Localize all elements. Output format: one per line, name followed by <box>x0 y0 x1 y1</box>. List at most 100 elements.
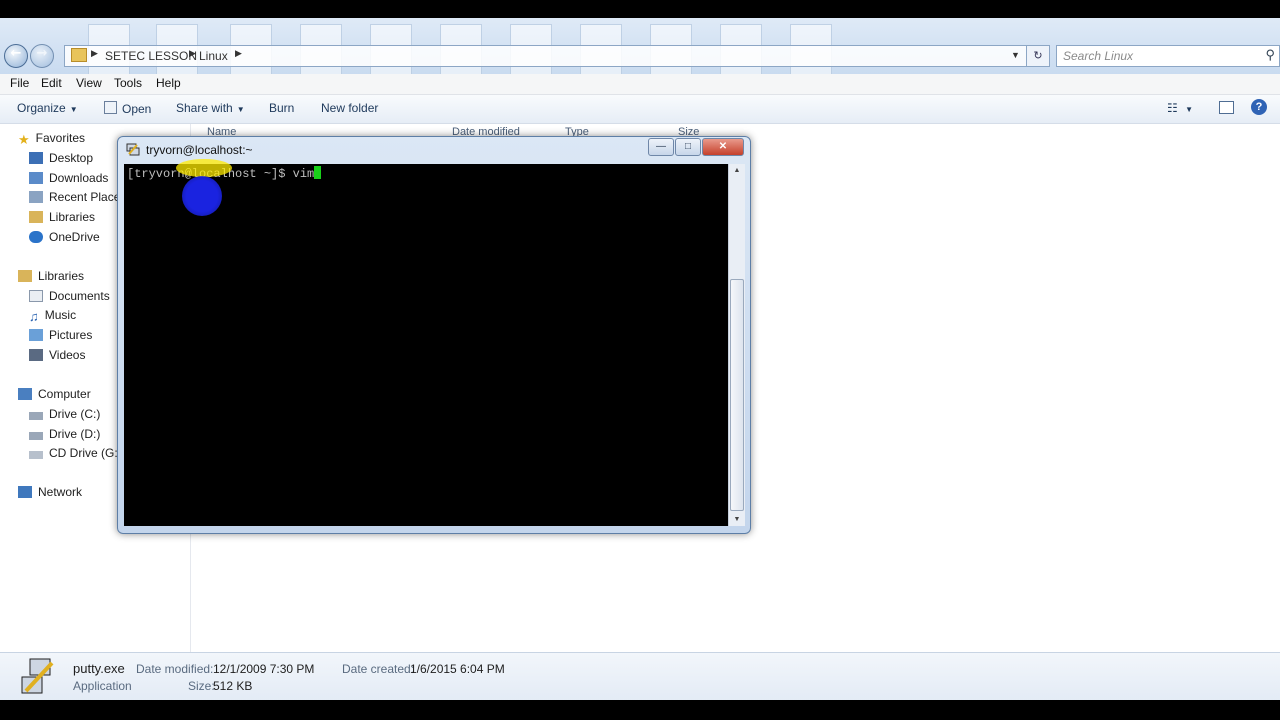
minimize-button[interactable]: — <box>648 138 674 156</box>
libraries-icon <box>29 211 43 223</box>
nav-recent-places[interactable]: Recent Places <box>29 190 126 208</box>
drive-icon <box>29 432 43 440</box>
forward-arrow-icon: → <box>36 46 48 61</box>
pictures-icon <box>29 329 43 341</box>
nav-favorites[interactable]: ★ Favorites <box>18 131 85 149</box>
nav-drive-d[interactable]: Drive (D:) <box>29 427 100 445</box>
menu-bar: File Edit View Tools Help <box>0 74 1280 95</box>
organize-button[interactable]: Organize ▼ <box>17 101 78 115</box>
command-toolbar: Organize ▼ Open Share with ▼ Burn New fold… <box>0 95 1280 124</box>
address-bar[interactable]: ▶ SETEC LESSON ▶ Linux ▶ ▼ <box>64 45 1028 67</box>
nav-cd-drive-g[interactable]: CD Drive (G:) <box>29 446 122 464</box>
terminal-area[interactable]: [tryvorn@localhost ~]$ vim <box>124 164 728 526</box>
nav-network[interactable]: Network <box>18 485 82 503</box>
breadcrumb-chevron-icon: ▶ <box>91 48 98 58</box>
nav-drive-c[interactable]: Drive (C:) <box>29 407 100 425</box>
view-options-icon[interactable]: ☷ ▼ <box>1167 101 1193 115</box>
cursor-highlight-ring <box>176 159 232 177</box>
nav-label: Network <box>38 485 83 499</box>
menu-file[interactable]: File <box>10 76 29 90</box>
file-type: Application <box>73 679 132 693</box>
scrollbar-thumb[interactable] <box>730 279 744 511</box>
terminal-scrollbar[interactable]: ▲ ▼ <box>728 164 745 526</box>
network-icon <box>18 486 32 498</box>
search-input[interactable]: Search Linux ⚲ <box>1056 45 1280 67</box>
menu-tools[interactable]: Tools <box>114 76 142 90</box>
organize-label: Organize <box>17 101 66 115</box>
search-icon: ⚲ <box>1265 47 1275 62</box>
nav-label: Libraries <box>38 269 85 283</box>
help-icon[interactable]: ? <box>1251 99 1267 115</box>
documents-icon <box>29 290 43 302</box>
nav-label: Desktop <box>49 151 94 165</box>
burn-button[interactable]: Burn <box>269 101 294 115</box>
nav-label: Music <box>44 308 77 322</box>
putty-icon <box>126 143 140 156</box>
explorer-window: ← → ▶ SETEC LESSON ▶ Linux ▶ ▼ ↻ Search … <box>0 18 1280 700</box>
libraries-icon <box>18 270 32 282</box>
onedrive-icon <box>29 231 43 243</box>
menu-edit[interactable]: Edit <box>41 76 62 90</box>
date-created-value: 1/6/2015 6:04 PM <box>410 662 505 676</box>
putty-file-icon <box>18 657 58 697</box>
close-button[interactable]: ✕ <box>702 138 744 156</box>
nav-videos[interactable]: Videos <box>29 348 85 366</box>
size-label: Size: <box>188 679 215 693</box>
preview-pane-icon[interactable] <box>1219 101 1234 117</box>
date-modified-value: 12/1/2009 7:30 PM <box>213 662 315 676</box>
nav-computer[interactable]: Computer <box>18 387 91 405</box>
new-folder-button[interactable]: New folder <box>321 101 378 115</box>
downloads-icon <box>29 172 43 184</box>
nav-label: Documents <box>49 289 110 303</box>
terminal-cursor <box>314 166 322 179</box>
nav-label: Favorites <box>35 131 86 145</box>
chevron-down-icon: ▼ <box>69 105 78 114</box>
nav-label: Libraries <box>49 210 96 224</box>
date-modified-label: Date modified: <box>136 662 214 676</box>
nav-music[interactable]: ♫ Music <box>29 308 76 326</box>
refresh-icon: ↻ <box>1033 50 1043 62</box>
menu-help[interactable]: Help <box>156 76 181 90</box>
file-name: putty.exe <box>73 661 125 676</box>
nav-downloads[interactable]: Downloads <box>29 171 108 189</box>
refresh-button[interactable]: ↻ <box>1026 45 1050 67</box>
breadcrumb-item[interactable]: Linux <box>199 49 228 63</box>
nav-onedrive[interactable]: OneDrive <box>29 230 100 248</box>
nav-label: Recent Places <box>49 190 127 204</box>
putty-title: tryvorn@localhost:~ <box>146 143 253 157</box>
music-icon: ♫ <box>29 309 39 324</box>
cd-drive-icon <box>29 451 43 459</box>
breadcrumb-item[interactable]: SETEC LESSON <box>105 49 197 63</box>
nav-label: Videos <box>49 348 86 362</box>
back-button[interactable]: ← <box>4 44 28 68</box>
maximize-button[interactable]: □ <box>675 138 701 156</box>
nav-label: Pictures <box>49 328 93 342</box>
scroll-up-icon[interactable]: ▲ <box>729 167 745 174</box>
nav-libraries-fav[interactable]: Libraries <box>29 210 95 228</box>
breadcrumb-chevron-icon: ▶ <box>189 48 196 58</box>
breadcrumb-chevron-icon: ▶ <box>235 48 242 58</box>
folder-icon <box>71 48 87 62</box>
share-with-label: Share with <box>176 101 233 115</box>
recent-places-icon <box>29 191 43 203</box>
forward-button[interactable]: → <box>30 44 54 68</box>
nav-label: OneDrive <box>49 230 100 244</box>
nav-pictures[interactable]: Pictures <box>29 328 92 346</box>
date-created-label: Date created: <box>342 662 415 676</box>
nav-label: Drive (C:) <box>49 407 101 421</box>
videos-icon <box>29 349 43 361</box>
open-button[interactable]: Open <box>104 101 151 116</box>
chevron-down-icon: ▼ <box>236 105 245 114</box>
address-dropdown-icon[interactable]: ▼ <box>1011 50 1020 60</box>
star-icon: ★ <box>18 132 30 147</box>
nav-label: Computer <box>38 387 91 401</box>
scroll-down-icon[interactable]: ▼ <box>729 516 745 523</box>
nav-documents[interactable]: Documents <box>29 289 110 307</box>
nav-desktop[interactable]: Desktop <box>29 151 93 169</box>
menu-view[interactable]: View <box>76 76 102 90</box>
size-value: 512 KB <box>213 679 253 693</box>
nav-label: CD Drive (G:) <box>49 446 122 460</box>
search-placeholder: Search Linux <box>1063 49 1134 63</box>
share-with-button[interactable]: Share with ▼ <box>176 101 245 115</box>
nav-libraries[interactable]: Libraries <box>18 269 84 287</box>
